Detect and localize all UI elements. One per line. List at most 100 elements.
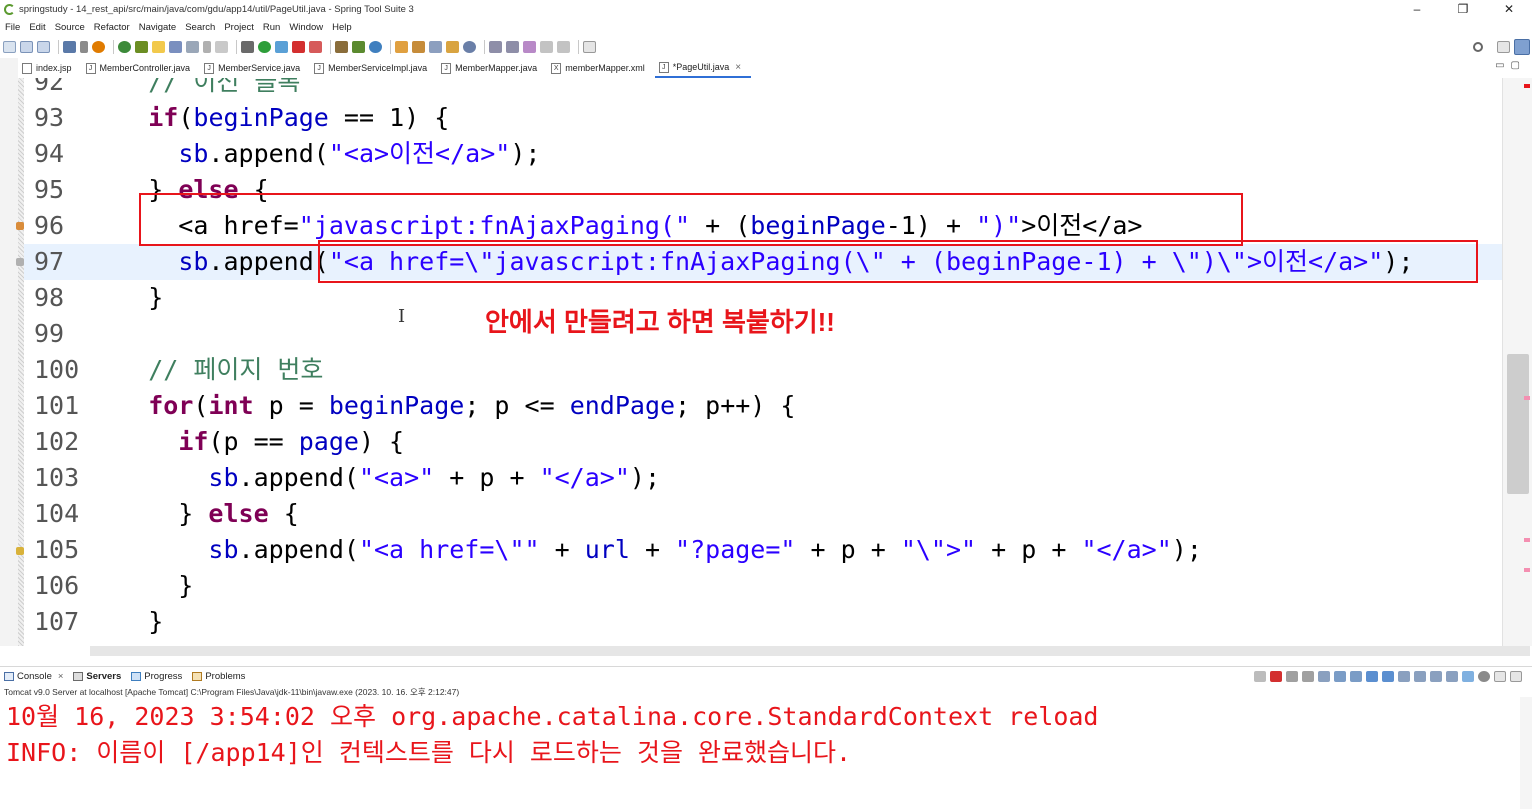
terminal-icon[interactable] [63, 41, 76, 53]
editor-horizontal-scrollbar[interactable] [90, 646, 1530, 656]
tab-index-jsp[interactable]: index.jsp [18, 58, 82, 78]
previous-annotation-icon[interactable] [506, 41, 519, 53]
code-editor[interactable]: 92 // 이전 블록 93 if(beginPage == 1) { 94 s… [24, 78, 1502, 646]
console-toolbar [1250, 671, 1522, 682]
open-perspective-icon[interactable] [1497, 41, 1510, 53]
menu-file[interactable]: File [0, 22, 24, 33]
console-vertical-scrollbar[interactable] [1520, 697, 1532, 809]
toolbar-separator [113, 40, 114, 54]
overview-marker[interactable] [1524, 396, 1530, 400]
tab-console[interactable]: Console × [0, 667, 69, 687]
overview-marker[interactable] [1524, 568, 1530, 572]
new-package-icon[interactable] [335, 41, 348, 53]
new-class-icon[interactable] [352, 41, 365, 53]
menu-search[interactable]: Search [180, 22, 219, 33]
tab-member-service[interactable]: J MemberService.java [200, 58, 310, 78]
clear-console-icon[interactable] [1382, 671, 1394, 682]
open-console-icon[interactable] [1414, 671, 1426, 682]
word-wrap-icon[interactable] [1366, 671, 1378, 682]
display-console-icon[interactable] [1398, 671, 1410, 682]
run-icon[interactable] [258, 41, 271, 53]
back-icon[interactable] [540, 41, 553, 53]
link-icon[interactable] [1462, 671, 1474, 682]
minimize-button[interactable]: – [1394, 0, 1440, 19]
tab-member-mapper[interactable]: J MemberMapper.java [437, 58, 547, 78]
scrollbar-thumb[interactable] [1507, 354, 1529, 494]
new-icon[interactable] [3, 41, 16, 53]
pin-icon[interactable] [1254, 671, 1266, 682]
pen-icon[interactable] [429, 41, 442, 53]
task-icon[interactable] [169, 41, 182, 53]
search-globe-icon[interactable] [463, 41, 476, 53]
menu-navigate[interactable]: Navigate [134, 22, 181, 33]
code-line: 106 } [24, 568, 1502, 604]
tab-member-controller[interactable]: J MemberController.java [82, 58, 201, 78]
menu-help[interactable]: Help [327, 22, 356, 33]
progress-icon [131, 672, 142, 681]
maximize-button[interactable]: ❐ [1440, 0, 1486, 19]
toggle-mark-icon[interactable] [215, 41, 228, 53]
save-all-icon[interactable] [37, 41, 50, 53]
tab-problems[interactable]: Problems [188, 667, 251, 687]
open-resource-icon[interactable] [412, 41, 425, 53]
code-text: sb.append("<a>이전</a>"); [178, 139, 541, 168]
copy-icon[interactable] [1446, 671, 1458, 682]
java-perspective-icon[interactable] [1514, 39, 1530, 55]
warning-marker-icon[interactable] [16, 222, 24, 230]
task-marker-icon[interactable] [16, 258, 24, 266]
menu-refactor[interactable]: Refactor [89, 22, 134, 33]
stop-icon[interactable] [92, 41, 105, 53]
next-annotation-icon[interactable] [489, 41, 502, 53]
menu-window[interactable]: Window [284, 22, 327, 33]
editor-vertical-scrollbar[interactable] [1502, 78, 1532, 646]
menu-run[interactable]: Run [258, 22, 284, 33]
new-web-icon[interactable] [369, 41, 382, 53]
scroll-lock-icon[interactable] [1318, 671, 1330, 682]
menu-project[interactable]: Project [219, 22, 258, 33]
skip-breakpoints-icon[interactable] [80, 41, 88, 53]
overview-marker[interactable] [1524, 538, 1530, 542]
code-line: 94 sb.append("<a>이전</a>"); [24, 136, 1502, 172]
editor-minimize-maximize-icon[interactable]: ▭▢ [1495, 60, 1526, 71]
open-type-icon[interactable] [135, 41, 148, 53]
close-tab-icon[interactable]: × [58, 671, 64, 682]
deploy-icon[interactable] [309, 41, 322, 53]
menu-bar: File Edit Source Refactor Navigate Searc… [0, 19, 1532, 36]
tab-page-util[interactable]: J *PageUtil.java × [654, 58, 752, 78]
show-stdout-icon[interactable] [1334, 671, 1346, 682]
tab-member-mapper-xml[interactable]: X memberMapper.xml [547, 58, 655, 78]
warning-marker-icon[interactable] [16, 547, 24, 555]
minimize-view-icon[interactable] [1494, 671, 1506, 682]
close-tab-icon[interactable]: × [735, 62, 741, 73]
forward-icon[interactable] [557, 41, 570, 53]
close-button[interactable]: ✕ [1486, 0, 1532, 19]
terminate-icon[interactable] [1270, 671, 1282, 682]
console-output[interactable]: 10월 16, 2023 3:54:02 오후 org.apache.catal… [0, 697, 1520, 809]
pin-editor-icon[interactable] [583, 41, 596, 53]
remove-all-icon[interactable] [1302, 671, 1314, 682]
tab-servers[interactable]: Servers [69, 667, 127, 687]
coverage-icon[interactable] [275, 41, 288, 53]
search-icon[interactable] [1473, 42, 1483, 52]
tab-member-service-impl[interactable]: J MemberServiceImpl.java [310, 58, 437, 78]
last-edit-icon[interactable] [523, 41, 536, 53]
menu-edit[interactable]: Edit [24, 22, 49, 33]
error-overview-marker[interactable] [1524, 84, 1530, 88]
external-tools-icon[interactable] [292, 41, 305, 53]
block-selection-icon[interactable] [186, 41, 199, 53]
maximize-view-icon[interactable] [1510, 671, 1522, 682]
code-text: } [88, 571, 194, 600]
debug-icon[interactable] [241, 41, 254, 53]
tab-progress[interactable]: Progress [127, 667, 188, 687]
show-stderr-icon[interactable] [1350, 671, 1362, 682]
remove-launch-icon[interactable] [1286, 671, 1298, 682]
new-console-icon[interactable] [1430, 671, 1442, 682]
menu-source[interactable]: Source [50, 22, 89, 33]
open-folder-icon[interactable] [395, 41, 408, 53]
save-icon[interactable] [20, 41, 33, 53]
highlight-icon[interactable] [152, 41, 165, 53]
spring-boot-icon[interactable] [118, 41, 131, 53]
settings-gear-icon[interactable] [1478, 671, 1490, 682]
whitespace-icon[interactable] [203, 41, 211, 53]
browse-icon[interactable] [446, 41, 459, 53]
